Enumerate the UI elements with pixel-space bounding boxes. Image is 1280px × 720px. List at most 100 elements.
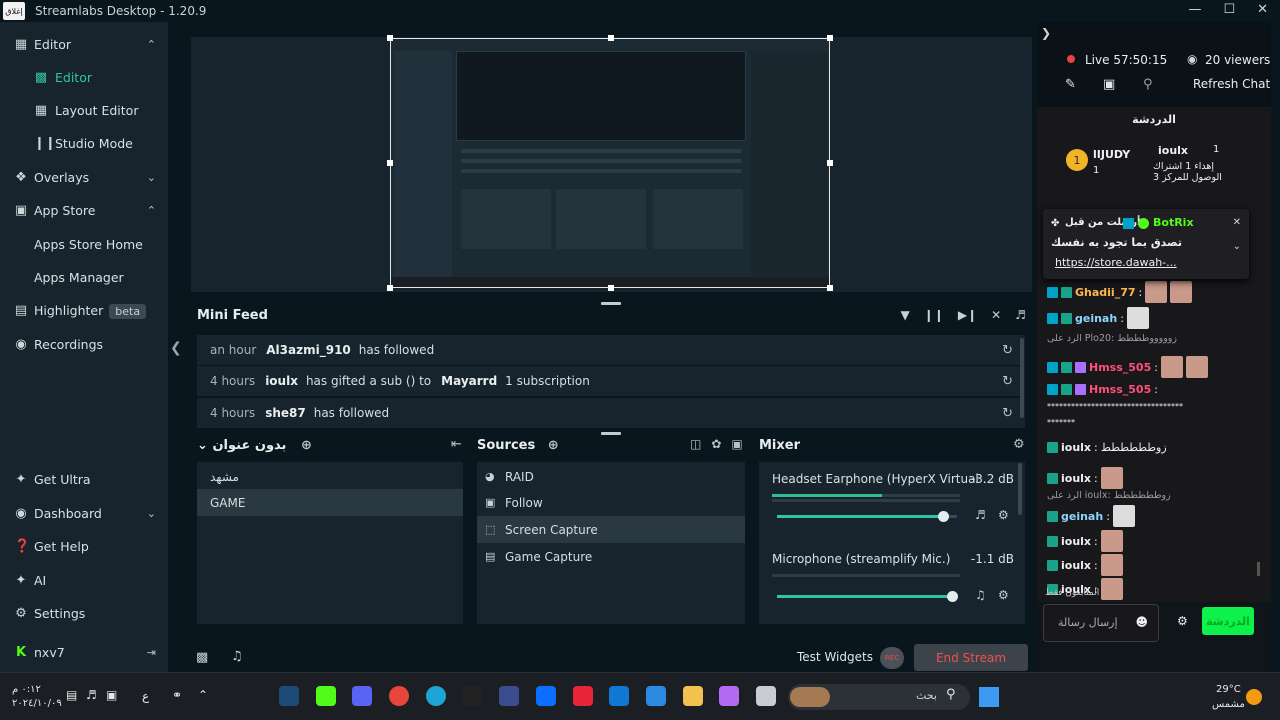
screen-capture-preview[interactable] — [387, 35, 833, 291]
gear-icon[interactable]: ⚙ — [998, 508, 1009, 522]
epic-games-icon[interactable] — [462, 686, 482, 706]
store-icon[interactable] — [646, 686, 666, 706]
sidebar-item-layout-editor[interactable]: ▦ Layout Editor — [0, 94, 168, 127]
file-explorer-icon[interactable] — [683, 686, 703, 706]
source-item[interactable]: ▣ Follow — [477, 489, 745, 516]
slider-knob[interactable] — [946, 591, 958, 602]
source-item[interactable]: ◕ RAID — [477, 463, 745, 490]
sidebar-item-highlighter[interactable]: ▤ Highlighter beta — [0, 294, 168, 327]
chevron-up-icon[interactable]: ⌃ — [147, 204, 156, 217]
sidebar-item-ai[interactable]: ✦ AI — [0, 564, 168, 597]
outlook-icon[interactable] — [609, 686, 629, 706]
sidebar-item-studio-mode[interactable]: ❙❙ Studio Mode — [0, 127, 168, 160]
scenes-header[interactable]: ⌄ بدون عنوان ⊕ — [197, 438, 312, 453]
app-icon[interactable] — [756, 686, 776, 706]
slider-knob[interactable] — [937, 511, 949, 522]
resize-handle[interactable] — [387, 285, 393, 291]
sun-icon[interactable] — [1246, 689, 1262, 705]
pause-icon[interactable]: ❙❙ — [924, 308, 944, 322]
audio-source-icon[interactable]: ✿ — [711, 437, 721, 451]
sidebar-item-overlays[interactable]: ❖ Overlays ⌄ — [0, 161, 168, 194]
resize-handle[interactable] — [827, 160, 833, 166]
repeat-alert-icon[interactable]: ↻ — [1002, 343, 1013, 358]
resize-handle[interactable] — [827, 285, 833, 291]
dropbox-icon[interactable] — [536, 686, 556, 706]
add-scene-icon[interactable]: ⊕ — [301, 438, 312, 453]
emoji-icon[interactable]: ☻ — [1135, 615, 1148, 629]
volume-slider[interactable] — [777, 511, 957, 522]
clock-date[interactable]: ٢٠٢٤/١٠/٠٩ — [12, 698, 62, 709]
sidebar-item-account[interactable]: K nxv7 ⇥ — [0, 636, 168, 669]
discord-icon[interactable] — [352, 686, 372, 706]
app-icon[interactable] — [499, 686, 519, 706]
chrome-icon[interactable] — [389, 686, 409, 706]
app-icon[interactable] — [573, 686, 593, 706]
mixer-settings-icon[interactable]: ⚙ — [1013, 437, 1025, 452]
repeat-alert-icon[interactable]: ↻ — [1002, 374, 1013, 389]
minimize-icon[interactable]: — — [1188, 2, 1201, 17]
share-icon[interactable]: ⚲ — [1143, 77, 1153, 92]
sidebar-item-settings[interactable]: ⚙ Settings — [0, 597, 168, 630]
scene-collection-title[interactable]: بدون عنوان — [212, 438, 286, 453]
source-item[interactable]: ⬚ Screen Capture — [477, 516, 745, 543]
sidebar-item-recordings[interactable]: ◉ Recordings — [0, 328, 168, 361]
collapse-sidebar-icon[interactable]: ❮ — [170, 340, 182, 356]
add-source-icon[interactable]: ⊕ — [548, 438, 559, 453]
edge-icon[interactable] — [426, 686, 446, 706]
sidebar-item-apps-manager[interactable]: Apps Manager — [0, 261, 168, 294]
sidebar-item-dashboard[interactable]: ◉ Dashboard ⌄ — [0, 497, 168, 530]
chevron-up-icon[interactable]: ⌃ — [198, 688, 208, 702]
chevron-down-icon[interactable]: ⌄ — [147, 171, 156, 184]
maximize-icon[interactable]: ☐ — [1223, 2, 1235, 17]
source-item[interactable]: ▤ Game Capture — [477, 543, 745, 570]
refresh-chat-button[interactable]: Refresh Chat — [1193, 77, 1270, 91]
language-indicator[interactable]: ع — [142, 689, 149, 703]
pinned-link[interactable]: https://store.dawah-... — [1055, 256, 1177, 269]
end-stream-button[interactable]: End Stream — [914, 644, 1028, 671]
gear-icon[interactable]: ⚙ — [998, 588, 1009, 602]
resize-handle[interactable] — [608, 285, 614, 291]
selective-recording-icon[interactable]: ◫ — [690, 437, 701, 451]
battery-icon[interactable]: ▤ — [66, 688, 77, 702]
resize-handle[interactable] — [608, 35, 614, 41]
copilot-icon[interactable] — [719, 686, 739, 706]
weather-desc[interactable]: مشمس — [1212, 699, 1245, 710]
mixer-scrollbar[interactable] — [1018, 463, 1022, 515]
volume-slider[interactable] — [777, 591, 958, 602]
chat-scrollbar[interactable] — [1257, 562, 1260, 576]
chevron-down-icon[interactable]: ⌄ — [197, 438, 208, 453]
chevron-down-icon[interactable]: ⌄ — [1233, 241, 1241, 252]
chat-settings-icon[interactable]: ⚙ — [1177, 614, 1188, 628]
sidebar-item-app-store[interactable]: ▣ App Store ⌃ — [0, 194, 168, 227]
scene-item[interactable]: GAME — [197, 489, 463, 516]
steam-icon[interactable] — [279, 686, 299, 706]
sidebar-item-editor-group[interactable]: ▦ Editor ⌃ — [0, 28, 168, 61]
record-button[interactable]: REC — [880, 647, 904, 669]
skip-icon[interactable]: ▶❙ — [958, 308, 977, 322]
sidebar-item-get-help[interactable]: ❓ Get Help — [0, 530, 168, 563]
scene-item[interactable]: مشهد — [197, 463, 463, 490]
streamlabs-icon[interactable] — [316, 686, 336, 706]
chat-send-button[interactable]: الدردشة — [1202, 607, 1254, 635]
windows-start-icon[interactable] — [979, 687, 999, 707]
close-icon[interactable]: ✕ — [1257, 2, 1268, 17]
expand-chevron-icon[interactable]: ❯ — [1041, 26, 1051, 40]
minifeed-scrollbar[interactable] — [1020, 338, 1024, 418]
mute-alerts-icon[interactable]: ✕ — [991, 308, 1001, 322]
pinned-message[interactable]: ✤ أرسلت من قبل BotRix ✕ تصدق بما تجود به… — [1043, 209, 1249, 279]
edit-icon[interactable]: ✎ — [1065, 77, 1076, 92]
clock-time[interactable]: ٠:١٢ م — [12, 684, 41, 695]
mic-muted-icon[interactable]: ♫ — [975, 588, 986, 602]
performance-icon[interactable]: ▩ — [196, 650, 208, 665]
popout-icon[interactable]: ▣ — [1103, 77, 1115, 92]
logout-icon[interactable]: ⇥ — [147, 646, 156, 659]
add-folder-icon[interactable]: ▣ — [731, 437, 742, 451]
volume-icon[interactable]: ♬ — [1015, 308, 1026, 322]
filter-icon[interactable]: ▼ — [901, 308, 910, 322]
resize-handle[interactable] — [827, 35, 833, 41]
sidebar-item-editor[interactable]: ▩ Editor — [0, 61, 168, 94]
scene-transitions-icon[interactable]: ⇤ — [451, 437, 462, 452]
volume-icon[interactable]: ♬ — [86, 688, 97, 702]
repeat-alert-icon[interactable]: ↻ — [1002, 406, 1013, 421]
resize-handle[interactable] — [387, 35, 393, 41]
